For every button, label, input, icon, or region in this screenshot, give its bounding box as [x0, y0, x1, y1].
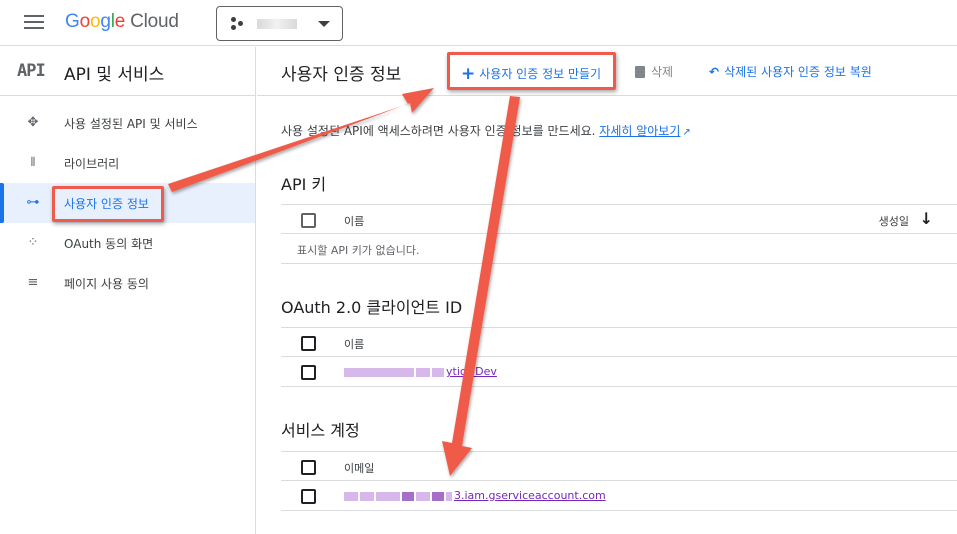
logo-letter: o — [79, 11, 91, 32]
annotation-highlight-create-button — [447, 52, 616, 90]
logo-letter: G — [65, 11, 80, 32]
sidebar-item-label: OAuth 동의 화면 — [64, 237, 154, 251]
page-usage-agreement-icon: ≡ — [27, 275, 39, 290]
restore-label: 삭제된 사용자 인증 정보 복원 — [724, 65, 872, 79]
api-logo-icon: API — [17, 61, 46, 81]
column-header-name: 이름 — [344, 338, 365, 351]
table-row: 3.iam.gserviceaccount.com — [281, 481, 957, 511]
redacted-text — [416, 491, 430, 501]
column-header-email: 이메일 — [344, 462, 375, 475]
logo-letter: e — [114, 11, 126, 32]
row-checkbox[interactable] — [301, 365, 316, 380]
trash-icon — [635, 66, 645, 78]
sidebar-item-label: 사용 설정된 API 및 서비스 — [64, 117, 198, 131]
delete-button[interactable]: 삭제 — [635, 63, 673, 80]
delete-label: 삭제 — [651, 65, 674, 79]
service-accounts-title: 서비스 계정 — [281, 421, 360, 440]
select-all-checkbox[interactable] — [301, 213, 316, 228]
intro-sentence: 사용 설정된 API에 액세스하려면 사용자 인증 정보를 만드세요. — [281, 124, 596, 138]
oauth-title: OAuth 2.0 클라이언트 ID — [281, 298, 463, 317]
table-header-row: 이름 — [281, 327, 957, 357]
logo-letter: o — [89, 11, 101, 32]
column-header-created[interactable]: 생성일 — [879, 213, 909, 229]
column-header-name: 이름 — [344, 215, 365, 228]
enabled-apis-icon: ✥ — [27, 115, 39, 130]
redacted-text — [344, 367, 414, 377]
arrow-down-icon[interactable]: ↓ — [920, 209, 933, 228]
sidebar-title: API 및 서비스 — [64, 65, 165, 85]
sidebar-header: API API 및 서비스 — [0, 47, 255, 96]
sidebar-item-page-usage[interactable]: ≡ 페이지 사용 동의 — [0, 263, 255, 303]
main-content: 사용자 인증 정보 + 사용자 인증 정보 만들기 삭제 ↶ 삭제된 사용자 인증 … — [257, 47, 957, 534]
redacted-text — [416, 367, 430, 377]
sidebar-item-oauth-consent[interactable]: ⁘ OAuth 동의 화면 — [0, 223, 255, 263]
redacted-text — [402, 491, 414, 501]
sidebar: API API 및 서비스 ✥ 사용 설정된 API 및 서비스 𝍪 라이브러리… — [0, 47, 256, 534]
page-title: 사용자 인증 정보 — [281, 65, 402, 85]
empty-message: 표시할 API 키가 없습니다. — [297, 244, 420, 257]
redacted-text — [432, 491, 444, 501]
redacted-text — [432, 367, 444, 377]
sidebar-item-label: 페이지 사용 동의 — [64, 277, 149, 291]
oauth-consent-icon: ⁘ — [27, 235, 39, 250]
project-name-redacted — [257, 19, 297, 29]
top-bar: Google Cloud — [0, 0, 957, 46]
table-row: ytics Dev — [281, 357, 957, 387]
api-keys-table: 이름 생성일 ↓ 표시할 API 키가 없습니다. — [281, 204, 957, 264]
sidebar-item-label: 라이브러리 — [64, 157, 120, 171]
row-checkbox[interactable] — [301, 489, 316, 504]
api-keys-title: API 키 — [281, 175, 327, 194]
select-all-checkbox[interactable] — [301, 336, 316, 351]
oauth-table: 이름 ytics Dev — [281, 327, 957, 387]
service-account-email: 3.iam.gserviceaccount.com — [454, 489, 606, 502]
oauth-client-name: ytics Dev — [446, 365, 497, 378]
project-picker[interactable] — [216, 6, 343, 41]
chevron-down-icon — [318, 21, 330, 27]
project-icon — [231, 17, 245, 31]
sidebar-item-enabled-apis[interactable]: ✥ 사용 설정된 API 및 서비스 — [0, 103, 255, 143]
learn-more-link[interactable]: 자세히 알아보기 — [599, 124, 680, 138]
logo-letter: g — [100, 11, 111, 32]
restore-deleted-button[interactable]: ↶ 삭제된 사용자 인증 정보 복원 — [709, 63, 872, 80]
undo-icon: ↶ — [709, 65, 720, 79]
select-all-checkbox[interactable] — [301, 460, 316, 475]
annotation-highlight-sidebar — [52, 186, 164, 222]
service-account-email-link[interactable]: 3.iam.gserviceaccount.com — [344, 489, 606, 502]
key-icon: ⊶ — [26, 195, 40, 210]
redacted-text — [344, 491, 358, 501]
menu-icon[interactable] — [24, 15, 44, 31]
empty-row: 표시할 API 키가 없습니다. — [281, 234, 957, 264]
table-header-row: 이름 생성일 ↓ — [281, 204, 957, 234]
oauth-client-link[interactable]: ytics Dev — [344, 365, 497, 378]
logo-cloud-text: Cloud — [130, 11, 179, 32]
service-accounts-table: 이메일 3.iam.gserviceaccount.com — [281, 451, 957, 511]
google-cloud-logo[interactable]: Google Cloud — [65, 11, 179, 33]
redacted-text — [446, 491, 452, 501]
redacted-text — [360, 491, 374, 501]
external-link-icon: ↗ — [682, 127, 691, 138]
redacted-text — [376, 491, 400, 501]
intro-text: 사용 설정된 API에 액세스하려면 사용자 인증 정보를 만드세요. 자세히 … — [281, 122, 691, 139]
library-icon: 𝍪 — [30, 155, 36, 170]
table-header-row: 이메일 — [281, 451, 957, 481]
sidebar-item-library[interactable]: 𝍪 라이브러리 — [0, 143, 255, 183]
